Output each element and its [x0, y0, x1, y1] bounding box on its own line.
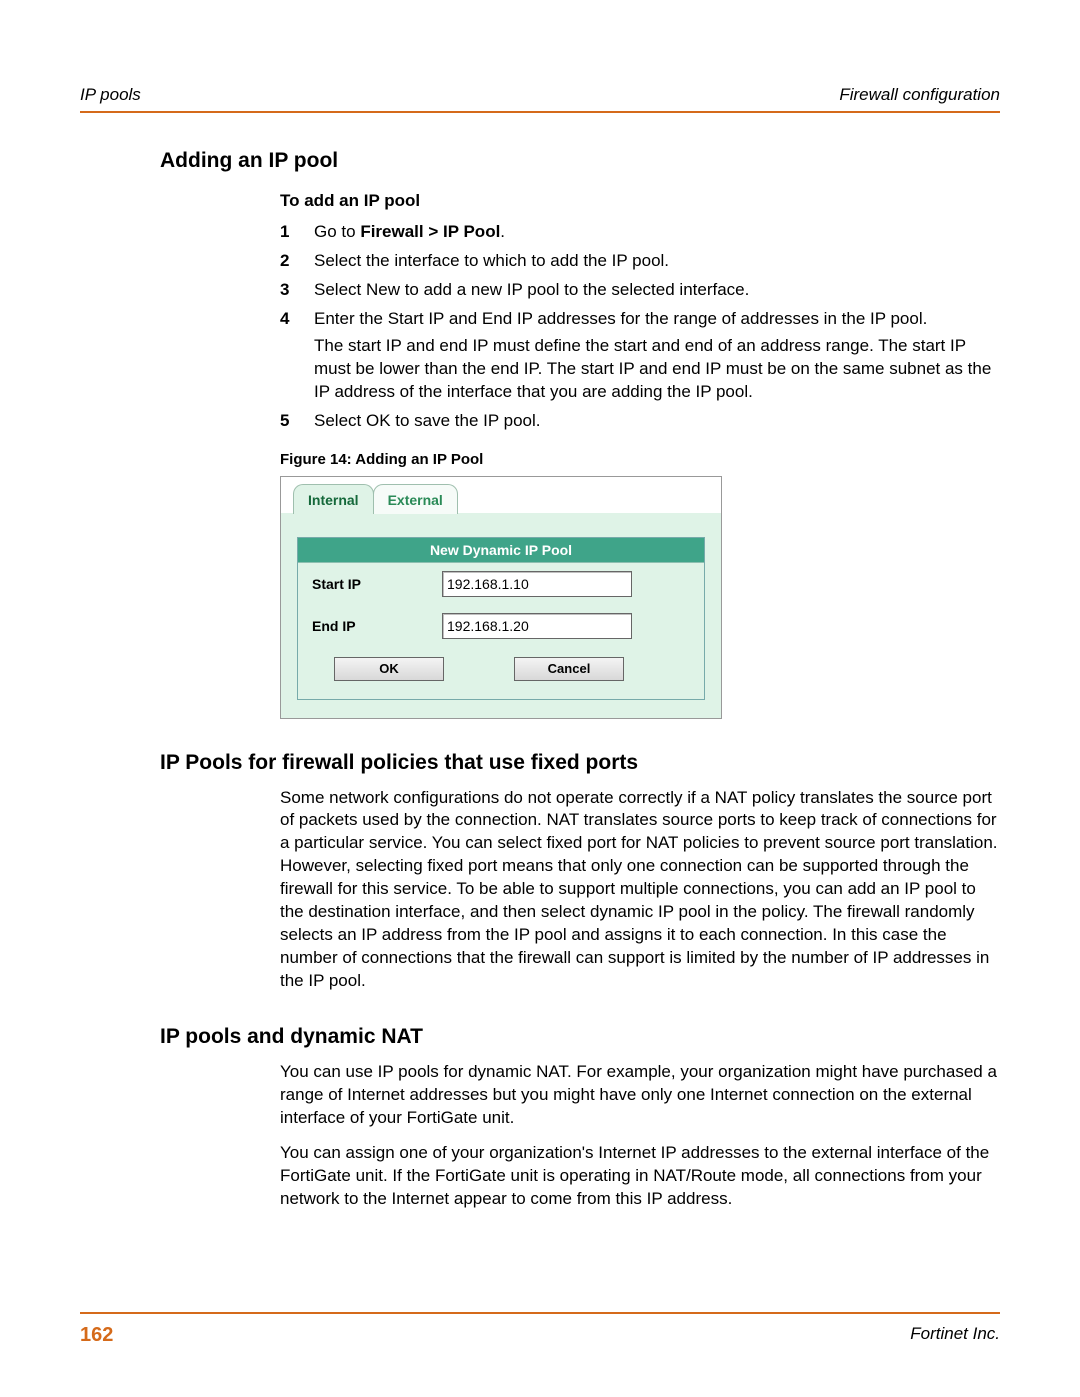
step-number: 2 — [280, 250, 289, 273]
heading-fixed-ports: IP Pools for firewall policies that use … — [160, 751, 1000, 775]
running-head-left: IP pools — [80, 85, 141, 105]
step-text: Select New to add a new IP pool to the s… — [314, 280, 749, 299]
step-5: 5 Select OK to save the IP pool. — [280, 410, 1000, 433]
page-footer: 162 Fortinet Inc. — [80, 1312, 1000, 1347]
step-text-suffix: . — [500, 222, 505, 241]
nav-path: Firewall > IP Pool — [360, 222, 500, 241]
new-ip-pool-panel: New Dynamic IP Pool Start IP End IP OK C… — [297, 537, 705, 700]
para-dynamic-nat-2: You can assign one of your organization'… — [280, 1142, 1000, 1211]
step-text: Enter the Start IP and End IP addresses … — [314, 309, 927, 328]
ok-button[interactable]: OK — [334, 657, 444, 681]
procedure-title: To add an IP pool — [280, 191, 1000, 211]
heading-dynamic-nat: IP pools and dynamic NAT — [160, 1025, 1000, 1049]
step-text: Go to — [314, 222, 360, 241]
page: IP pools Firewall configuration Adding a… — [0, 0, 1080, 1397]
steps-list: 1 Go to Firewall > IP Pool. 2 Select the… — [280, 221, 1000, 433]
tab-internal[interactable]: Internal — [293, 484, 374, 514]
input-start-ip[interactable] — [442, 571, 632, 597]
step-2: 2 Select the interface to which to add t… — [280, 250, 1000, 273]
running-head: IP pools Firewall configuration — [80, 85, 1000, 113]
panel-title: New Dynamic IP Pool — [298, 538, 704, 563]
cancel-button[interactable]: Cancel — [514, 657, 624, 681]
tab-external[interactable]: External — [373, 484, 458, 514]
label-end-ip: End IP — [312, 618, 442, 634]
running-head-right: Firewall configuration — [839, 85, 1000, 105]
step-number: 3 — [280, 279, 289, 302]
row-start-ip: Start IP — [298, 563, 704, 605]
step-text: Select OK to save the IP pool. — [314, 411, 541, 430]
step-number: 1 — [280, 221, 289, 244]
step-text: Select the interface to which to add the… — [314, 251, 669, 270]
step-note: The start IP and end IP must define the … — [314, 335, 1000, 404]
para-dynamic-nat-1: You can use IP pools for dynamic NAT. Fo… — [280, 1061, 1000, 1130]
step-3: 3 Select New to add a new IP pool to the… — [280, 279, 1000, 302]
tab-bar: Internal External — [281, 477, 721, 513]
row-end-ip: End IP — [298, 605, 704, 647]
figure-ip-pool: Internal External New Dynamic IP Pool St… — [280, 476, 722, 719]
para-fixed-ports: Some network configurations do not opera… — [280, 787, 1000, 993]
page-number: 162 — [80, 1324, 113, 1347]
step-number: 4 — [280, 308, 289, 331]
input-end-ip[interactable] — [442, 613, 632, 639]
step-1: 1 Go to Firewall > IP Pool. — [280, 221, 1000, 244]
step-number: 5 — [280, 410, 289, 433]
figure-body: New Dynamic IP Pool Start IP End IP OK C… — [281, 513, 721, 718]
company-name: Fortinet Inc. — [910, 1324, 1000, 1347]
heading-adding-ip-pool: Adding an IP pool — [160, 149, 1000, 173]
button-row: OK Cancel — [298, 647, 704, 699]
figure-caption: Figure 14: Adding an IP Pool — [280, 451, 1000, 468]
label-start-ip: Start IP — [312, 576, 442, 592]
step-4: 4 Enter the Start IP and End IP addresse… — [280, 308, 1000, 404]
